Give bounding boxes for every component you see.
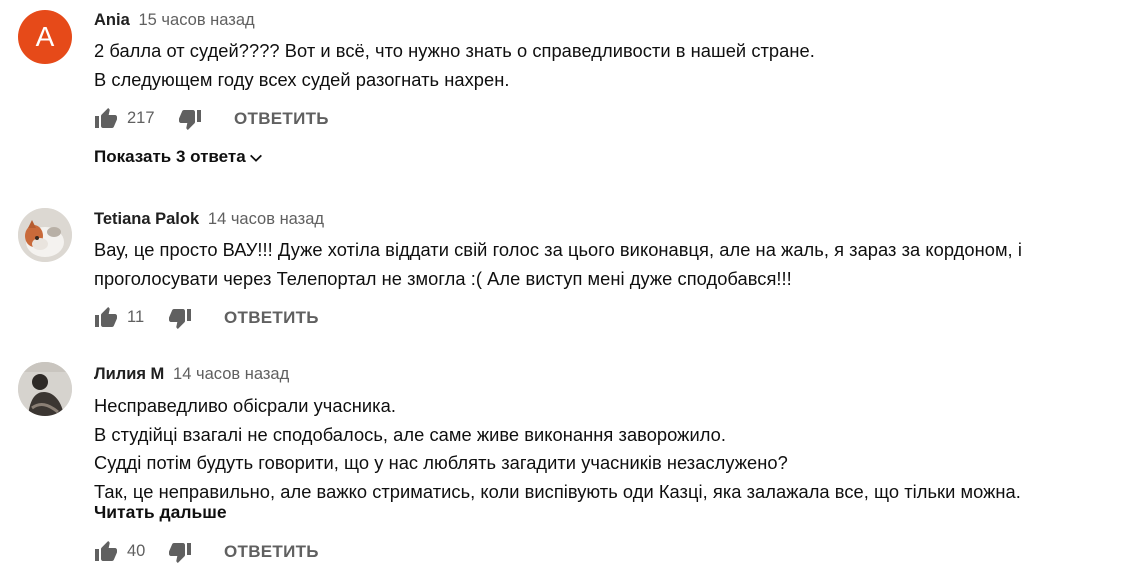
comment-text: Несправедливо обісрали учасника. В студі…	[94, 392, 1021, 506]
read-more-button[interactable]: Читать дальше	[94, 502, 227, 523]
timestamp[interactable]: 14 часов назад	[208, 210, 324, 228]
show-replies-button[interactable]: Показать 3 ответа	[94, 147, 264, 167]
timestamp[interactable]: 15 часов назад	[139, 11, 255, 29]
comment-line: Так, це неправильно, але важко стриматис…	[94, 480, 1021, 502]
comment-header: Tetiana Palok 14 часов назад	[94, 209, 324, 229]
like-count: 11	[127, 308, 145, 326]
like-count: 40	[127, 542, 146, 560]
like-icon[interactable]	[94, 540, 118, 564]
comment-header: Ania 15 часов назад	[94, 10, 255, 30]
reply-button[interactable]: ОТВЕТИТЬ	[224, 542, 319, 562]
avatar[interactable]	[18, 362, 72, 416]
comment-actions: 217 ОТВЕТИТЬ	[94, 107, 494, 131]
comment-line: Вау, це просто ВАУ!!! Дуже хотіла віддат…	[94, 239, 1022, 260]
comment-line: В следующем году всех судей разогнать на…	[94, 68, 510, 90]
reply-button[interactable]: ОТВЕТИТЬ	[234, 109, 329, 129]
avatar[interactable]	[18, 208, 72, 262]
like-icon[interactable]	[94, 306, 118, 330]
show-replies-label: Показать 3 ответа	[94, 147, 246, 166]
author-name[interactable]: Ania	[94, 11, 130, 29]
comment-actions: 40 ОТВЕТИТЬ	[94, 540, 494, 564]
comment-line: В студійці взагалі не сподобалось, але с…	[94, 423, 726, 445]
like-icon[interactable]	[94, 107, 118, 131]
author-name[interactable]: Tetiana Palok	[94, 210, 199, 228]
author-name[interactable]: Лилия М	[94, 365, 164, 383]
dislike-icon[interactable]	[168, 306, 192, 330]
reply-button[interactable]: ОТВЕТИТЬ	[224, 308, 319, 328]
comment-line: проголосувати через Телепортал не змогла…	[94, 267, 792, 289]
comment-line: Несправедливо обісрали учасника.	[94, 395, 396, 416]
comment-actions: 11 ОТВЕТИТЬ	[94, 306, 494, 330]
dislike-icon[interactable]	[168, 540, 192, 564]
comment-header: Лилия М 14 часов назад	[94, 364, 289, 384]
chevron-down-icon	[249, 154, 262, 162]
comment-line: Судді потім будуть говорити, що у нас лю…	[94, 452, 788, 473]
avatar[interactable]: A	[18, 10, 72, 64]
like-count: 217	[127, 109, 155, 127]
cat-photo-avatar	[18, 208, 72, 262]
comment-text: 2 балла от судей???? Вот и всё, что нужн…	[94, 37, 815, 94]
person-photo-avatar	[18, 362, 72, 416]
comment-text: Вау, це просто ВАУ!!! Дуже хотіла віддат…	[94, 236, 1022, 293]
timestamp[interactable]: 14 часов назад	[173, 365, 289, 383]
dislike-icon[interactable]	[178, 107, 202, 131]
comment-line: 2 балла от судей???? Вот и всё, что нужн…	[94, 40, 815, 61]
